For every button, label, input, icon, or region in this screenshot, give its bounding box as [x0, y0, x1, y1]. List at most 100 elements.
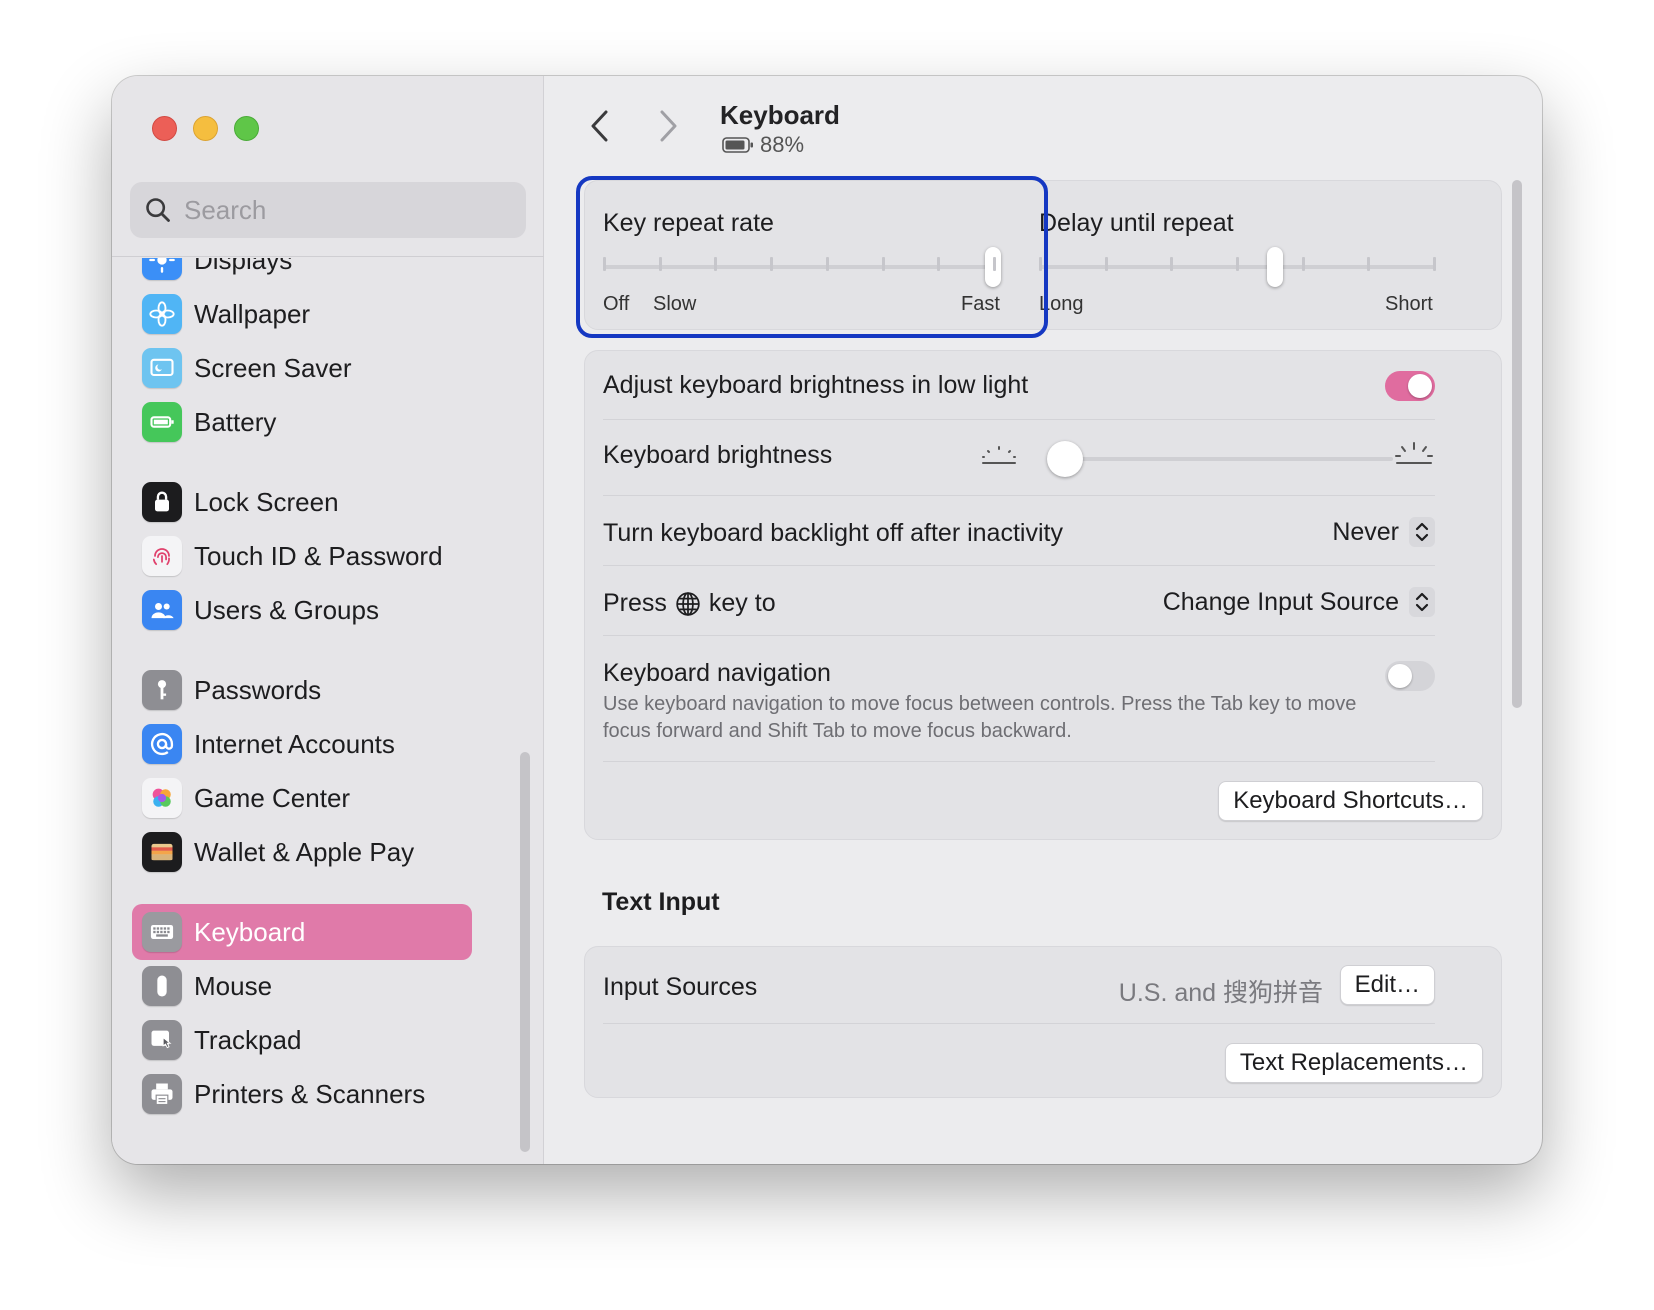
sidebar-item-label: Wallet & Apple Pay	[194, 836, 415, 867]
sidebar-item-screen-saver[interactable]: Screen Saver	[132, 340, 492, 396]
delay-repeat-title: Delay until repeat	[1039, 209, 1234, 237]
globe-key-popup[interactable]: Change Input Source	[1163, 587, 1435, 617]
backlight-value: Never	[1332, 517, 1399, 546]
delay-repeat-tick	[1367, 257, 1371, 271]
keyboard-navigation-row: Keyboard navigation Use keyboard navigat…	[603, 641, 1435, 761]
sidebar-item-label: Passwords	[194, 674, 322, 705]
sidebar-item-wallpaper[interactable]: Wallpaper	[132, 286, 492, 342]
sidebar-item-touch-id[interactable]: Touch ID & Password	[132, 528, 492, 584]
mouse-icon	[142, 966, 182, 1006]
page-title: Keyboard	[720, 100, 840, 130]
delay-repeat-tick	[1301, 257, 1305, 271]
row-separator	[603, 565, 1435, 566]
sidebar-scrollbar[interactable]	[520, 752, 530, 1152]
press-key-prefix: Press	[603, 589, 667, 617]
chevron-up-down-icon	[1409, 587, 1435, 617]
sidebar-item-label: Wallpaper	[194, 298, 311, 329]
battery-percent: 88%	[760, 132, 805, 157]
sidebar: Displays Wallpaper Screen Saver Battery	[112, 76, 544, 1164]
sidebar-item-game-center[interactable]: Game Center	[132, 770, 492, 826]
sidebar-item-trackpad[interactable]: Trackpad	[132, 1012, 492, 1068]
input-sources-row: Input Sources U.S. and 搜狗拼音 Edit…	[603, 963, 1435, 1013]
text-replacements-button[interactable]: Text Replacements…	[1224, 1043, 1483, 1083]
keyboard-navigation-label: Keyboard navigation	[603, 659, 831, 687]
brightness-slider-knob[interactable]	[1047, 441, 1083, 477]
row-separator	[603, 635, 1435, 636]
backlight-row: Turn keyboard backlight off after inacti…	[603, 501, 1435, 565]
main-pane: Keyboard 88% Key repeat rate Off Slow Fa…	[544, 76, 1542, 1164]
game-center-icon	[142, 778, 182, 818]
forward-button[interactable]	[648, 106, 688, 146]
chevron-up-down-icon	[1409, 517, 1435, 547]
settings-window: Displays Wallpaper Screen Saver Battery	[112, 76, 1542, 1164]
sidebar-item-label: Lock Screen	[194, 486, 339, 517]
search-icon	[146, 198, 170, 222]
sidebar-item-battery[interactable]: Battery	[132, 394, 492, 450]
backlight-popup[interactable]: Never	[1332, 517, 1435, 547]
minimize-window-button[interactable]	[193, 116, 218, 141]
sidebar-item-lock-screen[interactable]: Lock Screen	[132, 474, 492, 530]
lock-icon	[142, 482, 182, 522]
back-button[interactable]	[580, 106, 620, 146]
sidebar-item-label: Battery	[194, 406, 277, 437]
sidebar-list: Displays Wallpaper Screen Saver Battery	[112, 258, 544, 1164]
sidebar-divider	[112, 256, 544, 257]
delay-repeat-tick	[1236, 257, 1239, 271]
brightness-low-icon	[982, 446, 1016, 464]
zoom-window-button[interactable]	[234, 116, 259, 141]
sidebar-item-wallet[interactable]: Wallet & Apple Pay	[132, 824, 492, 880]
wallpaper-icon	[142, 294, 182, 334]
adjust-brightness-toggle[interactable]	[1385, 371, 1435, 401]
sidebar-item-mouse[interactable]: Mouse	[132, 958, 492, 1014]
search-input[interactable]	[184, 194, 504, 226]
text-input-section-title: Text Input	[602, 888, 720, 916]
sidebar-item-label: Mouse	[194, 970, 273, 1001]
sidebar-item-label: Game Center	[194, 782, 351, 813]
wallet-icon	[142, 832, 182, 872]
sidebar-item-label: Screen Saver	[194, 352, 352, 383]
brightness-row: Keyboard brightness	[603, 425, 1435, 495]
row-separator	[603, 419, 1435, 420]
edit-input-sources-button[interactable]: Edit…	[1339, 965, 1435, 1005]
delay-repeat-tick	[1104, 257, 1108, 271]
sidebar-item-passwords[interactable]: Passwords	[132, 662, 492, 718]
sidebar-item-internet-accounts[interactable]: Internet Accounts	[132, 716, 492, 772]
toggle-knob	[1408, 374, 1432, 398]
battery-icon	[142, 402, 182, 442]
battery-level-icon	[722, 137, 753, 153]
keyboard-navigation-help: Use keyboard navigation to move focus be…	[603, 693, 1357, 742]
delay-repeat-tick	[1433, 257, 1436, 271]
input-sources-value: U.S. and 搜狗拼音	[1118, 979, 1323, 1007]
main-scrollbar[interactable]	[1512, 180, 1522, 708]
trackpad-icon	[142, 1020, 182, 1060]
sidebar-item-label: Keyboard	[194, 916, 306, 947]
row-separator	[603, 1023, 1435, 1024]
press-key-row: Press key to Change Input Source	[603, 571, 1435, 635]
users-icon	[142, 590, 182, 630]
sidebar-item-printers[interactable]: Printers & Scanners	[132, 1066, 492, 1122]
focus-ring	[576, 176, 1048, 338]
toggle-knob	[1388, 664, 1412, 688]
sidebar-search[interactable]	[130, 182, 526, 238]
at-icon	[142, 724, 182, 764]
sidebar-item-users-groups[interactable]: Users & Groups	[132, 582, 492, 638]
adjust-brightness-label: Adjust keyboard brightness in low light	[603, 371, 1029, 399]
sidebar-item-displays[interactable]: Displays	[132, 258, 492, 288]
keyboard-shortcuts-button[interactable]: Keyboard Shortcuts…	[1218, 781, 1483, 821]
sidebar-item-label: Trackpad	[194, 1024, 302, 1055]
delay-repeat-tick	[1170, 257, 1174, 271]
keyboard-navigation-toggle[interactable]	[1385, 661, 1435, 691]
keyboard-icon	[142, 912, 182, 952]
sidebar-item-label: Displays	[194, 258, 293, 275]
delay-repeat-slider-knob[interactable]	[1267, 247, 1284, 287]
input-sources-label: Input Sources	[603, 973, 758, 1001]
sidebar-item-keyboard[interactable]: Keyboard	[132, 904, 472, 960]
keyboard-settings-panel: Adjust keyboard brightness in low light …	[584, 350, 1502, 840]
globe-key-value: Change Input Source	[1162, 587, 1399, 616]
sidebar-item-label: Users & Groups	[194, 594, 379, 625]
delay-repeat-short-label: Short	[1385, 293, 1433, 315]
text-input-panel: Input Sources U.S. and 搜狗拼音 Edit… Text R…	[584, 946, 1502, 1098]
close-window-button[interactable]	[152, 116, 177, 141]
printer-icon	[142, 1074, 182, 1114]
brightness-track[interactable]	[1063, 457, 1393, 461]
